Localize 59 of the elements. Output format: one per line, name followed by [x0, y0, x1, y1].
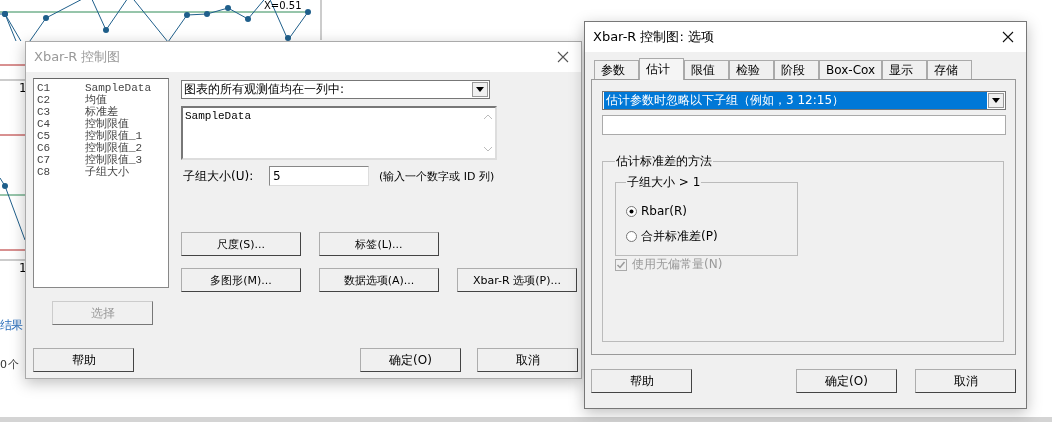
- option-button[interactable]: Xbar-R 选项(P)...: [457, 268, 577, 292]
- column-list[interactable]: C1 SampleData C2 均值 C3 标准差 C4 控制限值 C5 控制限值_1 C6 控制限值_2 C7 控制限值_3 C8 子组大小: [33, 78, 169, 288]
- chart-label: X̄=0.51: [264, 0, 302, 12]
- column-name[interactable]: 子组大小: [85, 166, 129, 178]
- tab[interactable]: 阶段: [774, 60, 819, 79]
- column-name[interactable]: 控制限值: [85, 118, 129, 130]
- column-id[interactable]: C7: [37, 154, 85, 166]
- axis-tick: 1: [19, 81, 27, 95]
- radio-button[interactable]: [626, 205, 637, 217]
- dropdown-arrow-icon[interactable]: [476, 87, 484, 92]
- axis-tick: 1: [19, 261, 27, 275]
- column-name[interactable]: SampleData: [85, 82, 151, 94]
- tab[interactable]: 显示: [882, 60, 928, 79]
- column-id[interactable]: C5: [37, 130, 85, 142]
- column-id[interactable]: C4: [37, 118, 85, 130]
- option-button[interactable]: 尺度(S)...: [181, 232, 301, 256]
- subgroup-size-field[interactable]: 5: [269, 166, 369, 186]
- count-text: 0 个: [0, 357, 19, 373]
- column-id[interactable]: C6: [37, 142, 85, 154]
- option-button[interactable]: 多图形(M)...: [181, 268, 301, 292]
- arrangement-dropdown[interactable]: 图表的所有观测值均在一列中:: [181, 80, 490, 99]
- column-name[interactable]: 控制限值_1: [85, 130, 143, 142]
- column-id[interactable]: C1: [37, 82, 85, 94]
- tab[interactable]: 检验: [729, 60, 774, 79]
- column-name[interactable]: 均值: [85, 94, 107, 106]
- column-id[interactable]: C8: [37, 166, 85, 178]
- column-name[interactable]: 控制限值_3: [85, 154, 143, 166]
- results-link[interactable]: 结果: [0, 317, 22, 333]
- column-name[interactable]: 控制限值_2: [85, 142, 143, 154]
- option-button[interactable]: 数据选项(A)...: [319, 268, 439, 292]
- tab[interactable]: 限值: [684, 60, 729, 79]
- group-label: 估计标准差的方法: [615, 153, 713, 170]
- group-label: 子组大小 > 1: [626, 174, 702, 191]
- window-title: Xbar-R 控制图: [34, 48, 122, 66]
- radio-button[interactable]: [626, 230, 637, 242]
- column-id[interactable]: C2: [37, 94, 85, 106]
- close-icon[interactable]: [557, 51, 569, 63]
- subgroups-field[interactable]: [602, 115, 1006, 135]
- radio-label[interactable]: 合并标准差(P): [641, 227, 718, 245]
- tab[interactable]: 估计: [639, 58, 684, 80]
- radio-label[interactable]: Rbar(R): [641, 204, 687, 218]
- tab[interactable]: 存储: [927, 60, 973, 79]
- subgroup-size-label: 子组大小(U):: [182, 167, 255, 185]
- cancel-button[interactable]: 取消: [915, 369, 1016, 393]
- window-title: Xbar-R 控制图: 选项: [593, 28, 715, 46]
- ok-button[interactable]: 确定(O): [360, 348, 461, 372]
- close-icon[interactable]: [1002, 31, 1014, 43]
- dropdown-arrow-icon[interactable]: [992, 98, 1000, 103]
- tab[interactable]: 参数: [594, 60, 639, 79]
- hint-text: (输入一个数字或 ID 列): [379, 168, 495, 184]
- column-id[interactable]: C3: [37, 106, 85, 118]
- ok-button[interactable]: 确定(O): [796, 369, 897, 393]
- column-name[interactable]: 标准差: [85, 106, 118, 118]
- help-button[interactable]: 帮助: [591, 369, 692, 393]
- tab[interactable]: Box-Cox: [819, 60, 883, 79]
- help-button[interactable]: 帮助: [33, 348, 134, 372]
- omit-subgroups-dropdown[interactable]: 估计参数时忽略以下子组（例如，3 12:15）: [602, 91, 1006, 110]
- cancel-button[interactable]: 取消: [477, 348, 578, 372]
- option-button[interactable]: 标签(L)...: [319, 232, 439, 256]
